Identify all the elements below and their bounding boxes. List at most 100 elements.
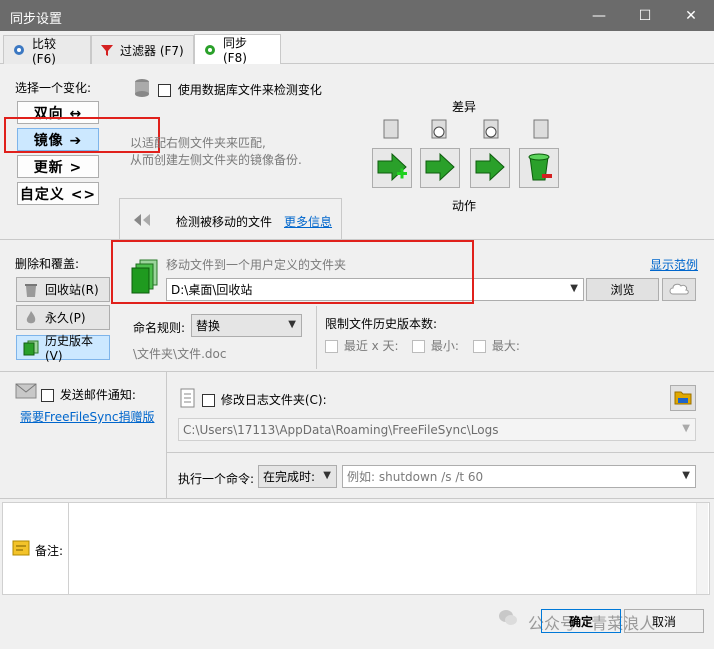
- limit-separator: [316, 306, 317, 369]
- arrow-right-icon: [423, 150, 457, 187]
- overwrite-right-button-2[interactable]: [470, 148, 510, 188]
- mail-icon: [15, 383, 37, 399]
- browse-button[interactable]: 浏览: [586, 278, 659, 301]
- limit-max-label: 最大:: [491, 339, 520, 353]
- moved-files-icon: [133, 212, 153, 228]
- variant-custom-label: 自定义 <>: [19, 186, 97, 203]
- db-checkbox-row[interactable]: 使用数据库文件来检测变化: [158, 81, 322, 98]
- limit-versions-label: 限制文件历史版本数:: [325, 317, 438, 331]
- limit-min-checkbox[interactable]: [412, 340, 425, 353]
- donate-link[interactable]: 需要FreeFileSync捐赠版: [20, 408, 154, 425]
- email-checkbox-row[interactable]: 发送邮件通知:: [41, 386, 136, 403]
- variant-description-1: 以适配右侧文件夹来匹配,: [130, 136, 266, 150]
- action-label: 动作: [452, 199, 477, 213]
- left-only-icon: [380, 117, 404, 141]
- db-checkbox-label: 使用数据库文件来检测变化: [177, 83, 322, 97]
- overwrite-right-button-1[interactable]: [420, 148, 460, 188]
- limit-max-row[interactable]: 最大:: [473, 337, 520, 354]
- close-button[interactable]: ✕: [668, 0, 714, 31]
- log-checkbox-row[interactable]: 修改日志文件夹(C):: [202, 391, 327, 408]
- naming-label: 命名规则:: [133, 321, 186, 335]
- cloud-icon: [668, 281, 690, 298]
- permanent-button[interactable]: 永久(P): [16, 305, 110, 330]
- versioning-label: 历史版本(V): [45, 334, 94, 363]
- versioning-icon: [23, 340, 39, 356]
- email-checkbox[interactable]: [41, 389, 54, 402]
- delete-right-button[interactable]: [519, 148, 559, 188]
- command-input[interactable]: 例如: shutdown /s /t 60 ▼: [342, 465, 696, 488]
- command-when-value: 在完成时:: [263, 470, 316, 484]
- command-label: 执行一个命令:: [178, 472, 255, 486]
- log-path-input[interactable]: C:\Users\17113\AppData\Roaming\FreeFileS…: [178, 418, 696, 441]
- close-icon: ✕: [685, 7, 697, 24]
- tab-sync-label: 同步 (F8): [223, 36, 248, 65]
- trash-icon: [522, 150, 556, 187]
- more-info-link[interactable]: 更多信息: [284, 213, 332, 230]
- log-checkbox-label: 修改日志文件夹(C):: [220, 393, 327, 407]
- gear-icon: [12, 43, 26, 57]
- command-when-select[interactable]: 在完成时: ▼: [258, 465, 337, 488]
- chevron-down-icon: ▼: [682, 470, 690, 481]
- recycle-bin-button[interactable]: 回收站(R): [16, 277, 110, 302]
- browse-label: 浏览: [610, 283, 635, 297]
- maximize-icon: ☐: [638, 7, 652, 24]
- arrow-right-icon: [473, 150, 507, 187]
- tab-sync[interactable]: 同步 (F8): [194, 34, 281, 65]
- tab-compare[interactable]: 比较 (F6): [3, 35, 91, 66]
- cancel-button[interactable]: 取消: [624, 609, 704, 633]
- cancel-label: 取消: [651, 614, 676, 629]
- email-separator: [166, 372, 167, 498]
- notes-textarea[interactable]: [68, 503, 708, 594]
- show-example-link[interactable]: 显示范例: [650, 256, 698, 273]
- variant-custom-button[interactable]: 自定义 <>: [17, 182, 99, 205]
- ok-label: 确定: [568, 614, 593, 629]
- naming-select[interactable]: 替换 ▼: [191, 314, 302, 337]
- log-file-icon: [178, 388, 196, 408]
- database-icon: [133, 78, 151, 98]
- log-separator: [167, 452, 714, 453]
- section-separator-2: [0, 371, 714, 372]
- versioning-button[interactable]: 历史版本(V): [16, 334, 110, 363]
- gear-icon: [203, 43, 217, 57]
- variant-update-label: 更新 >: [33, 159, 83, 176]
- limit-max-checkbox[interactable]: [473, 340, 486, 353]
- wechat-icon: [498, 608, 518, 628]
- minimize-icon: —: [592, 7, 606, 24]
- db-checkbox[interactable]: [158, 84, 171, 97]
- detect-moved-label: 检测被移动的文件: [176, 215, 273, 229]
- create-right-button[interactable]: [372, 148, 412, 188]
- maximize-button[interactable]: ☐: [622, 0, 668, 31]
- permanent-label: 永久(P): [45, 311, 86, 325]
- limit-last-days-label: 最近 x 天:: [343, 339, 399, 353]
- minimize-button[interactable]: —: [576, 0, 622, 31]
- chevron-down-icon: ▼: [570, 283, 578, 294]
- variant-description-2: 从而创建左侧文件夹的镜像备份.: [130, 153, 302, 167]
- recycle-bin-icon: [23, 282, 39, 298]
- left-newer-icon: [428, 117, 452, 141]
- flame-icon: [23, 310, 39, 326]
- variant-heading: 选择一个变化:: [15, 81, 92, 95]
- tab-filter[interactable]: 过滤器 (F7): [91, 35, 194, 64]
- notes-scrollbar[interactable]: [696, 503, 708, 594]
- limit-last-days-row[interactable]: 最近 x 天:: [325, 337, 399, 354]
- arrow-plus-icon: [375, 150, 409, 187]
- cloud-button[interactable]: [662, 278, 696, 301]
- limit-min-label: 最小:: [430, 339, 459, 353]
- log-checkbox[interactable]: [202, 394, 215, 407]
- log-folder-browse-button[interactable]: [670, 385, 696, 411]
- ok-button[interactable]: 确定: [541, 609, 621, 633]
- tab-compare-label: 比较 (F6): [32, 36, 57, 66]
- diff-label: 差异: [452, 100, 477, 114]
- limit-min-row[interactable]: 最小:: [412, 337, 459, 354]
- title-bar: 同步设置 — ☐ ✕: [0, 0, 714, 31]
- folder-icon: [674, 389, 692, 408]
- naming-example: \文件夹\文件.doc: [133, 347, 227, 361]
- deletion-heading: 删除和覆盖:: [15, 257, 80, 271]
- section-separator-3: [0, 498, 714, 499]
- naming-value: 替换: [196, 319, 221, 333]
- recycle-bin-label: 回收站(R): [45, 283, 99, 297]
- chevron-down-icon: ▼: [323, 470, 331, 481]
- right-newer-icon: [478, 117, 502, 141]
- variant-update-button[interactable]: 更新 >: [17, 155, 99, 178]
- limit-last-days-checkbox[interactable]: [325, 340, 338, 353]
